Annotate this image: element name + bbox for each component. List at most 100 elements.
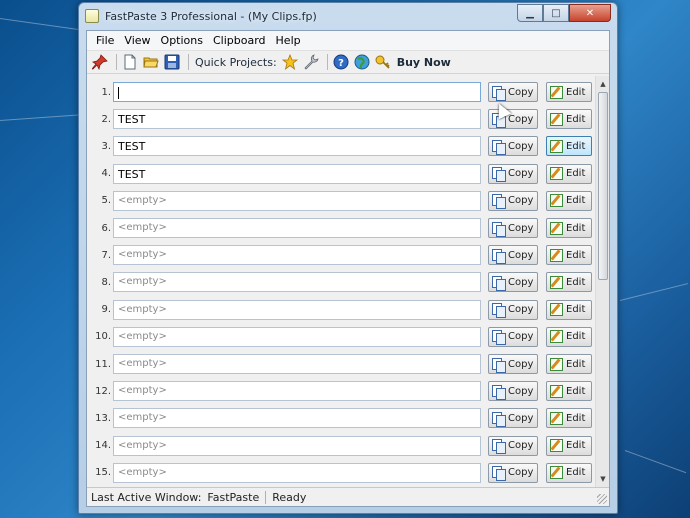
edit-button[interactable]: Edit (546, 136, 592, 157)
status-separator (265, 490, 267, 504)
copy-button[interactable]: Copy (488, 354, 538, 374)
title-bar[interactable]: FastPaste 3 Professional - (My Clips.fp)… (79, 3, 617, 29)
copy-button[interactable]: Copy (488, 381, 538, 402)
vertical-scrollbar[interactable]: ▲ ▼ (595, 76, 609, 487)
menu-clipboard[interactable]: Clipboard (208, 34, 271, 47)
clip-text-field[interactable]: <empty> (113, 435, 481, 456)
edit-button[interactable]: Edit (546, 299, 592, 320)
scrollbar-thumb[interactable] (598, 92, 608, 280)
edit-button[interactable]: Edit (546, 435, 592, 456)
open-folder-icon[interactable] (142, 53, 160, 71)
clip-number: 11. (95, 358, 111, 370)
copy-button[interactable]: Copy (488, 218, 538, 238)
last-active-window-label: Last Active Window: (91, 490, 202, 504)
edit-label: Edit (566, 304, 586, 316)
new-file-icon[interactable] (121, 53, 139, 71)
clip-text-field[interactable]: <empty> (113, 272, 481, 293)
copy-label: Copy (508, 168, 534, 180)
window-title: FastPaste 3 Professional - (My Clips.fp) (105, 9, 317, 23)
menu-help[interactable]: Help (271, 34, 306, 47)
toolbar-separator (116, 54, 117, 70)
edit-button[interactable]: Edit (546, 272, 592, 293)
clip-text-field[interactable]: <empty> (113, 218, 481, 238)
clip-number: 12. (95, 385, 111, 397)
copy-button[interactable]: Copy (488, 326, 538, 347)
clip-text-field[interactable]: <empty> (113, 245, 481, 266)
edit-icon (550, 439, 563, 453)
clip-text-field[interactable]: <empty> (113, 354, 481, 374)
edit-button[interactable]: Edit (546, 381, 592, 402)
clip-text: <empty> (118, 466, 167, 478)
clip-text-field[interactable]: <empty> (113, 381, 481, 402)
resize-grip-icon[interactable] (597, 494, 607, 504)
clip-text-field[interactable]: <empty> (113, 408, 481, 429)
save-icon[interactable] (163, 53, 181, 71)
pin-icon[interactable] (91, 53, 109, 71)
clip-text-field[interactable] (113, 82, 481, 102)
app-icon[interactable] (85, 9, 99, 23)
copy-button[interactable]: Copy (488, 136, 538, 157)
clip-number: 5. (101, 195, 111, 207)
minimize-button[interactable]: ▁ (517, 4, 543, 22)
clip-text-field[interactable]: <empty> (113, 299, 481, 320)
clip-text-field[interactable]: TEST (113, 136, 481, 157)
copy-button[interactable]: Copy (488, 163, 538, 184)
edit-button[interactable]: Edit (546, 245, 592, 266)
copy-icon (492, 248, 506, 264)
copy-button[interactable]: Copy (488, 462, 538, 483)
menu-view[interactable]: View (119, 34, 155, 47)
scroll-up-arrow-icon[interactable]: ▲ (597, 78, 609, 90)
copy-button[interactable]: Copy (488, 272, 538, 293)
edit-button[interactable]: Edit (546, 190, 592, 211)
help-icon[interactable]: ? (332, 53, 350, 71)
wrench-icon[interactable] (302, 53, 320, 71)
clip-number: 2. (101, 113, 111, 125)
scroll-down-arrow-icon[interactable]: ▼ (597, 473, 609, 485)
copy-icon (492, 85, 506, 101)
edit-icon (550, 330, 563, 344)
clip-text-field[interactable]: TEST (113, 163, 481, 184)
clip-number: 8. (101, 276, 111, 288)
copy-button[interactable]: Copy (488, 299, 538, 320)
clip-text-field[interactable]: <empty> (113, 462, 481, 483)
copy-label: Copy (508, 222, 534, 234)
clip-text-field[interactable]: <empty> (113, 326, 481, 347)
edit-button[interactable]: Edit (546, 408, 592, 429)
status-text: Ready (272, 490, 307, 504)
clip-text-field[interactable]: TEST (113, 109, 481, 130)
close-button[interactable]: ✕ (569, 4, 611, 22)
copy-button[interactable]: Copy (488, 408, 538, 429)
quick-projects-label: Quick Projects: (195, 55, 277, 69)
edit-icon (550, 139, 563, 153)
menu-options[interactable]: Options (156, 34, 208, 47)
copy-button[interactable]: Copy (488, 245, 538, 266)
edit-icon (550, 167, 563, 181)
copy-label: Copy (508, 276, 534, 288)
toolbar-separator (188, 54, 189, 70)
globe-icon[interactable] (353, 53, 371, 71)
edit-icon (550, 248, 563, 262)
clip-row: 8. <empty> Copy Edit (87, 271, 597, 293)
edit-button[interactable]: Edit (546, 326, 592, 347)
edit-button[interactable]: Edit (546, 354, 592, 374)
copy-label: Copy (508, 86, 534, 98)
edit-button[interactable]: Edit (546, 462, 592, 483)
copy-button[interactable]: Copy (488, 435, 538, 456)
edit-label: Edit (566, 249, 586, 261)
buy-now-link[interactable]: Buy Now (397, 56, 451, 69)
key-icon[interactable] (374, 53, 392, 71)
maximize-button[interactable]: □ (543, 4, 569, 22)
star-icon[interactable] (281, 53, 299, 71)
copy-button[interactable]: Copy (488, 82, 538, 102)
copy-icon (492, 466, 506, 482)
edit-button[interactable]: Edit (546, 109, 592, 130)
edit-button[interactable]: Edit (546, 163, 592, 184)
clip-number: 15. (95, 467, 111, 479)
desktop-light-streak (619, 283, 689, 301)
menu-file[interactable]: File (91, 34, 119, 47)
edit-button[interactable]: Edit (546, 218, 592, 238)
edit-button[interactable]: Edit (546, 82, 592, 102)
clip-text-field[interactable]: <empty> (113, 190, 481, 211)
copy-button[interactable]: Copy (488, 190, 538, 211)
clip-number: 1. (101, 86, 111, 98)
